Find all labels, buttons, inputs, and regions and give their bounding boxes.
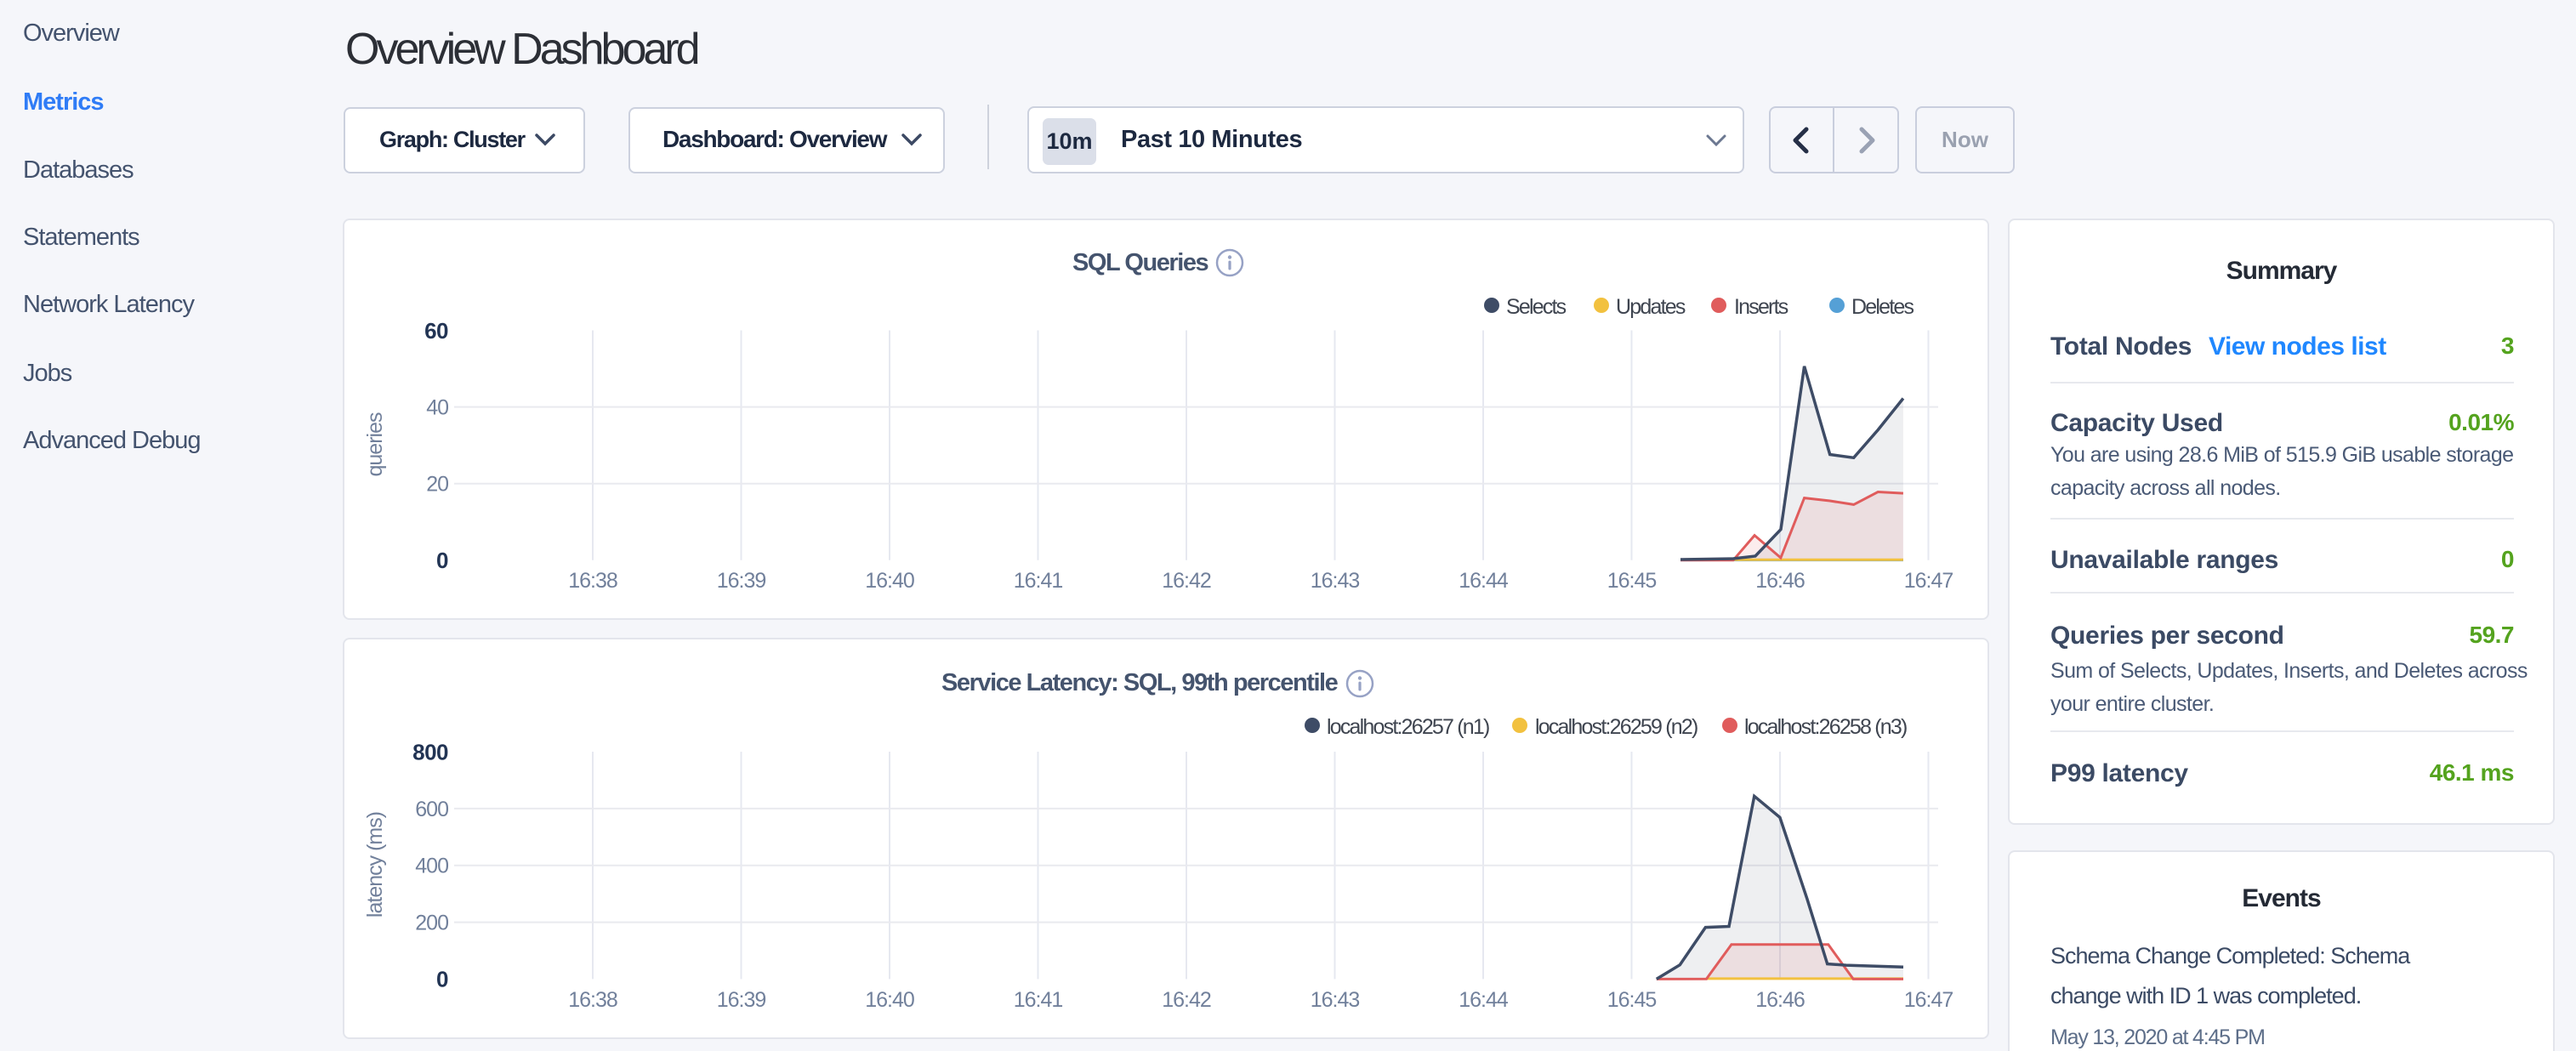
- svg-text:16:44: 16:44: [1459, 569, 1509, 593]
- svg-text:0: 0: [436, 966, 448, 991]
- svg-text:16:41: 16:41: [1014, 569, 1063, 593]
- svg-text:400: 400: [415, 855, 448, 878]
- svg-text:20: 20: [426, 473, 448, 497]
- svg-text:16:45: 16:45: [1607, 569, 1657, 593]
- svg-text:16:42: 16:42: [1162, 988, 1211, 1012]
- svg-text:16:45: 16:45: [1607, 988, 1657, 1012]
- svg-text:16:47: 16:47: [1904, 988, 1953, 1012]
- svg-text:60: 60: [424, 318, 448, 344]
- svg-text:16:43: 16:43: [1311, 988, 1360, 1012]
- svg-text:200: 200: [415, 912, 448, 935]
- svg-text:16:41: 16:41: [1014, 988, 1063, 1012]
- svg-text:40: 40: [426, 396, 448, 420]
- svg-text:800: 800: [412, 740, 448, 765]
- svg-text:600: 600: [415, 798, 448, 821]
- svg-text:16:38: 16:38: [568, 988, 617, 1012]
- svg-text:16:46: 16:46: [1755, 988, 1805, 1012]
- svg-text:0: 0: [436, 548, 448, 573]
- svg-text:16:47: 16:47: [1904, 569, 1953, 593]
- svg-text:latency (ms): latency (ms): [363, 812, 387, 917]
- svg-text:16:42: 16:42: [1162, 569, 1211, 593]
- svg-text:16:44: 16:44: [1459, 988, 1509, 1012]
- svg-text:16:38: 16:38: [568, 569, 617, 593]
- svg-text:16:46: 16:46: [1755, 569, 1805, 593]
- svg-text:16:43: 16:43: [1311, 569, 1360, 593]
- svg-text:16:40: 16:40: [865, 569, 914, 593]
- svg-text:queries: queries: [363, 412, 387, 476]
- svg-text:16:40: 16:40: [865, 988, 914, 1012]
- svg-text:16:39: 16:39: [717, 988, 766, 1012]
- svg-text:16:39: 16:39: [717, 569, 766, 593]
